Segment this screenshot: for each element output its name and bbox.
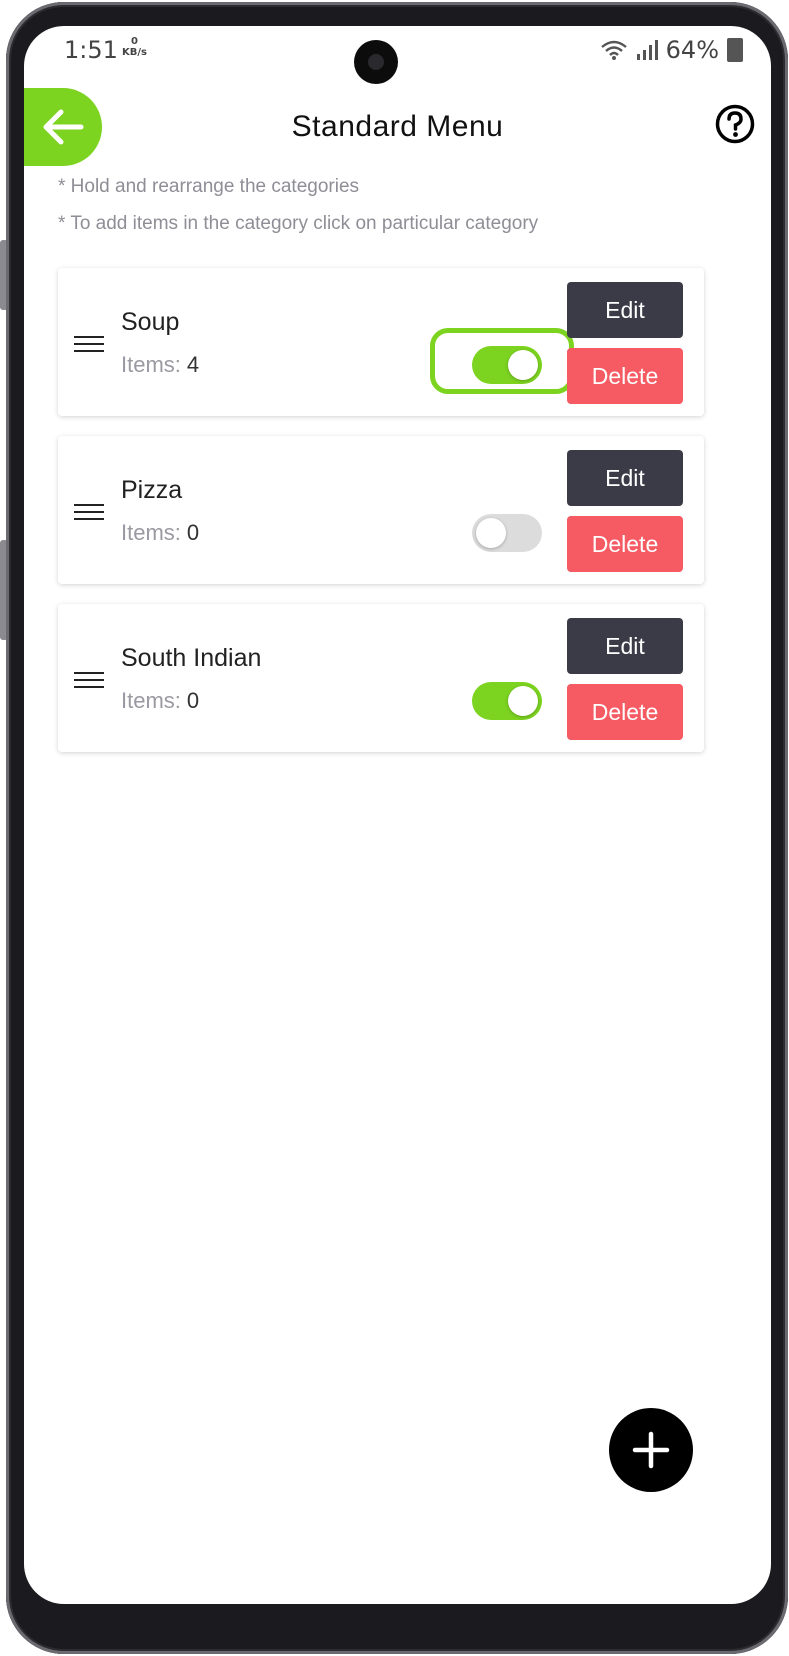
category-name: Pizza (121, 476, 183, 504)
app-screen: 1:51 0 KB/s 64% Standard Menu * Hold and… (24, 26, 771, 1604)
category-name: South Indian (121, 644, 262, 672)
items-label: Items: (121, 352, 181, 377)
category-name: Soup (121, 308, 180, 336)
items-label: Items: (121, 520, 181, 545)
question-circle-icon[interactable] (715, 104, 755, 144)
toggle-knob (476, 518, 506, 548)
category-card-south-indian[interactable]: South Indian Items: 0 Edit Delete (58, 604, 704, 752)
phone-frame: 1:51 0 KB/s 64% Standard Menu * Hold and… (0, 0, 789, 1656)
category-toggle[interactable] (472, 682, 542, 720)
network-speed-value: 0 (131, 36, 138, 47)
wifi-icon (600, 40, 627, 60)
category-card-pizza[interactable]: Pizza Items: 0 Edit Delete (58, 436, 704, 584)
items-count: 0 (186, 520, 200, 545)
front-camera (354, 40, 398, 84)
hint-rearrange: * Hold and rearrange the categories (58, 176, 360, 197)
category-card-soup[interactable]: Soup Items: 4 Edit Delete (58, 268, 704, 416)
items-label: Items: (121, 688, 181, 713)
plus-icon (632, 1431, 670, 1469)
battery-icon (727, 38, 743, 62)
toggle-knob (508, 686, 538, 716)
delete-button[interactable]: Delete (567, 516, 683, 572)
network-speed-unit: KB/s (122, 47, 147, 58)
drag-handle-icon[interactable] (74, 336, 104, 354)
add-category-button[interactable] (609, 1408, 693, 1492)
highlight-outline (430, 328, 574, 394)
status-time: 1:51 (64, 36, 118, 64)
items-count: 4 (186, 352, 200, 377)
category-toggle[interactable] (472, 514, 542, 552)
page-title: Standard Menu (291, 110, 504, 143)
network-speed: 0 KB/s (122, 36, 147, 58)
drag-handle-icon[interactable] (74, 672, 104, 690)
battery-percent: 64% (665, 36, 719, 64)
category-items: Items: 0 (121, 688, 199, 714)
category-items: Items: 0 (121, 520, 199, 546)
items-count: 0 (186, 688, 200, 713)
edit-button[interactable]: Edit (567, 618, 683, 674)
signal-icon (636, 40, 658, 60)
delete-button[interactable]: Delete (567, 684, 683, 740)
drag-handle-icon[interactable] (74, 504, 104, 522)
edit-button[interactable]: Edit (567, 282, 683, 338)
status-bar: 1:51 0 KB/s 64% (24, 26, 771, 84)
hint-add-items: * To add items in the category click on … (58, 213, 539, 234)
delete-button[interactable]: Delete (567, 348, 683, 404)
category-items: Items: 4 (121, 352, 199, 378)
status-right: 64% (600, 36, 743, 64)
edit-button[interactable]: Edit (567, 450, 683, 506)
